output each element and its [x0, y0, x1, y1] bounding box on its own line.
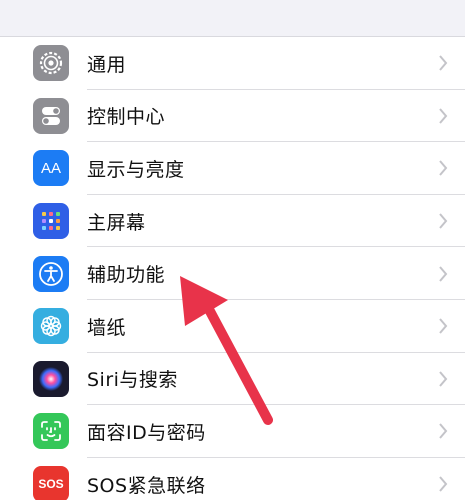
settings-row-label: SOS紧急联络 [87, 474, 206, 497]
sos-icon: SOS [33, 466, 69, 500]
settings-row-display-brightness[interactable]: AA 显示与亮度 [0, 142, 465, 195]
settings-row-label: Siri与搜索 [87, 369, 178, 392]
chevron-right-icon [439, 213, 448, 229]
face-id-icon [33, 413, 69, 450]
home-grid-icon [33, 203, 69, 240]
icon-text: SOS [38, 477, 64, 492]
flower-icon [33, 308, 69, 345]
settings-row-label: 辅助功能 [87, 264, 166, 287]
text-size-icon: AA [33, 150, 69, 187]
settings-row-face-id-passcode[interactable]: 面容ID与密码 [0, 405, 465, 458]
settings-row-label: 显示与亮度 [87, 158, 185, 181]
settings-row-emergency-sos[interactable]: SOS SOS紧急联络 [0, 458, 465, 500]
settings-screen: 通用 控制中心 AA 显示与亮度 主屏幕 辅助功能 墙纸 Siri与搜索 面容I… [0, 0, 465, 500]
settings-row-accessibility[interactable]: 辅助功能 [0, 247, 465, 300]
toggle-switches-icon [33, 97, 69, 134]
settings-row-label: 面容ID与密码 [87, 421, 206, 444]
chevron-right-icon [439, 108, 448, 124]
chevron-right-icon [439, 160, 448, 177]
section-header-gap [0, 0, 465, 37]
settings-row-home-screen[interactable]: 主屏幕 [0, 195, 465, 248]
settings-list: 通用 控制中心 AA 显示与亮度 主屏幕 辅助功能 墙纸 Siri与搜索 面容I… [0, 37, 465, 500]
settings-row-general[interactable]: 通用 [0, 37, 465, 90]
icon-text: AA [40, 159, 61, 177]
chevron-right-icon [439, 423, 448, 440]
settings-row-label: 墙纸 [87, 316, 127, 339]
siri-icon [33, 360, 69, 397]
settings-row-label: 控制中心 [87, 106, 166, 129]
gear-icon [33, 45, 69, 82]
chevron-right-icon [439, 318, 448, 334]
settings-row-label: 通用 [87, 53, 127, 76]
chevron-right-icon [439, 266, 448, 282]
chevron-right-icon [439, 476, 448, 492]
accessibility-icon [33, 255, 69, 292]
settings-row-label: 主屏幕 [87, 211, 146, 234]
settings-row-wallpaper[interactable]: 墙纸 [0, 300, 465, 353]
chevron-right-icon [439, 55, 448, 71]
settings-row-siri-search[interactable]: Siri与搜索 [0, 353, 465, 406]
settings-row-control-center[interactable]: 控制中心 [0, 90, 465, 143]
chevron-right-icon [439, 371, 448, 387]
